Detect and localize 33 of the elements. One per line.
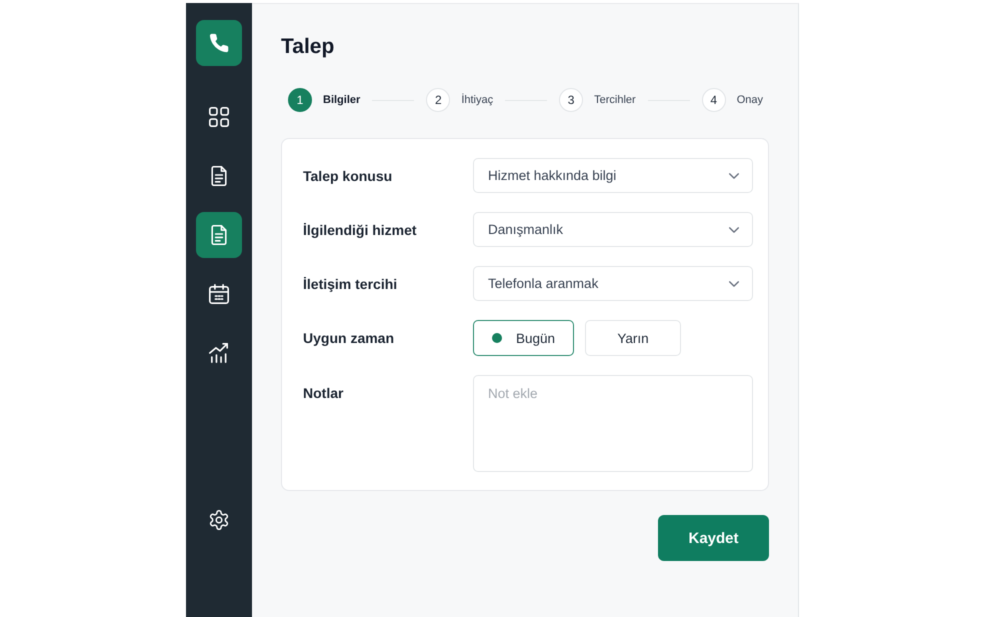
phone-logo-icon: [196, 20, 242, 66]
step-number: 1: [288, 88, 312, 112]
grid-icon: [209, 107, 229, 127]
chevron-down-icon: [729, 172, 739, 178]
step-label: Onay: [736, 94, 764, 106]
step-number: 4: [702, 88, 726, 112]
chevron-down-icon: [729, 280, 739, 286]
settings-icon: [209, 510, 229, 530]
field-label: İlgilendiği hizmet: [303, 222, 417, 238]
step-label: Tercihler: [594, 94, 636, 106]
document-icon: [209, 225, 229, 245]
save-button[interactable]: Kaydet: [658, 515, 769, 561]
option-button[interactable]: Bugün: [473, 320, 574, 356]
dropdown[interactable]: Hizmet hakkında bilgi: [473, 158, 753, 193]
dropdown[interactable]: Telefonla aranmak: [473, 266, 753, 301]
step-number: 2: [426, 88, 450, 112]
field-label: Talep konusu: [303, 168, 392, 184]
line-chart-icon: [209, 343, 229, 363]
step-label: Bilgiler: [323, 94, 360, 106]
document-icon: [209, 166, 229, 186]
field-label: İletişim tercihi: [303, 276, 398, 292]
step-label: İhtiyaç: [461, 94, 494, 106]
field-label: Notlar: [303, 385, 344, 401]
dot-icon: [492, 333, 502, 343]
calendar-icon: [209, 284, 229, 304]
chevron-down-icon: [729, 226, 739, 232]
field-label: Uygun zaman: [303, 330, 394, 346]
page-title: Talep: [281, 34, 336, 60]
nav-item[interactable]: [196, 212, 242, 258]
step-number: 3: [559, 88, 584, 112]
dropdown[interactable]: Danışmanlık: [473, 212, 753, 247]
notes-field[interactable]: Not ekle: [473, 375, 753, 472]
option-button[interactable]: Yarın: [585, 320, 682, 356]
